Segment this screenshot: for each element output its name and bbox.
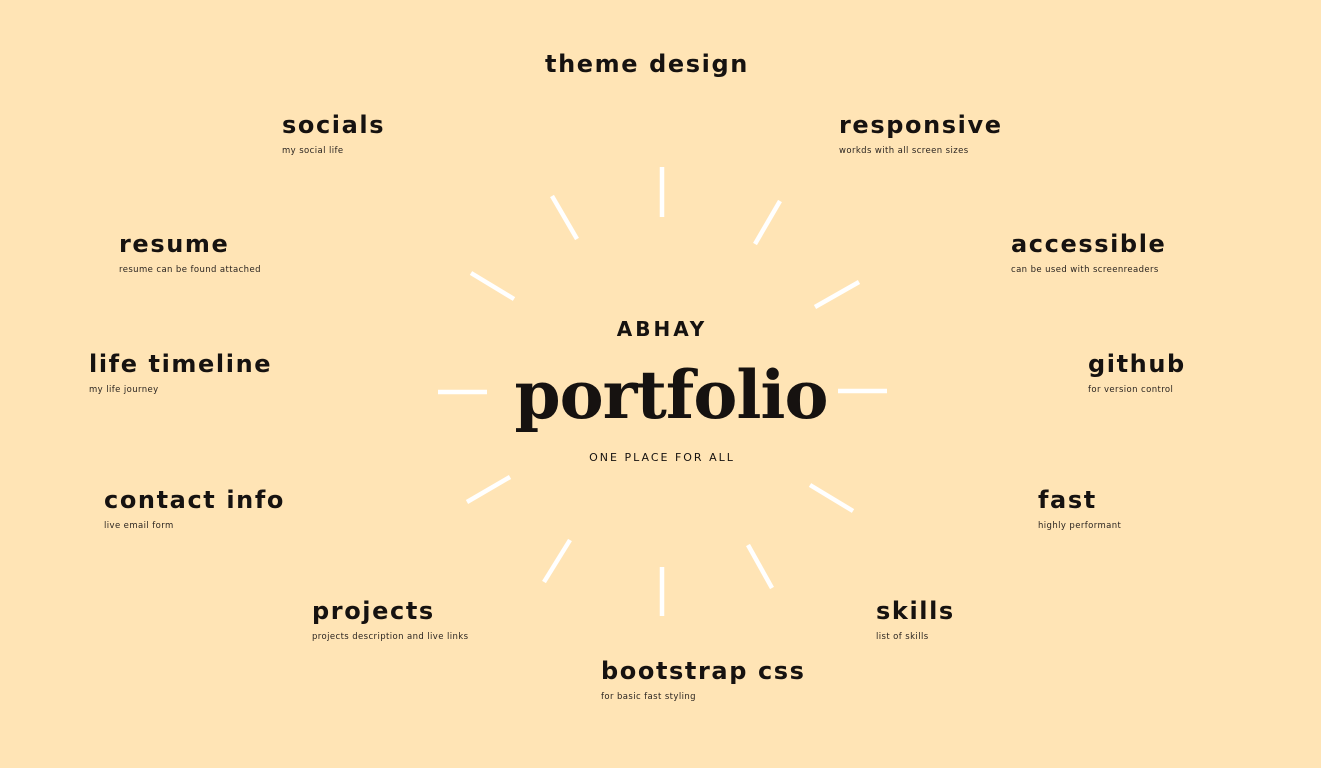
page-background: ABHAY portfolio ONE PLACE FOR ALL theme … xyxy=(0,0,1321,768)
feature-title: accessible xyxy=(1011,230,1167,258)
ray xyxy=(808,483,855,513)
feature-title: resume xyxy=(119,230,230,258)
ray xyxy=(542,538,572,584)
page-title: portfolio xyxy=(514,356,828,434)
feature-title: fast xyxy=(1038,486,1097,514)
feature-resume: resume resume can be found attached xyxy=(119,229,261,276)
ray xyxy=(550,194,579,241)
feature-skills: skills list of skills xyxy=(876,596,955,643)
feature-description: workds with all screen sizes xyxy=(839,146,969,156)
feature-github: github for version control xyxy=(1088,349,1186,396)
page-tagline: ONE PLACE FOR ALL xyxy=(589,451,735,464)
feature-title: responsive xyxy=(839,111,1003,139)
feature-description: projects description and live links xyxy=(312,632,469,642)
feature-projects: projects projects description and live l… xyxy=(312,596,468,643)
feature-description: for version control xyxy=(1088,385,1174,395)
ray xyxy=(813,280,861,309)
ray xyxy=(746,543,774,590)
feature-accessible: accessible can be used with screenreader… xyxy=(1011,229,1166,276)
feature-description: my life journey xyxy=(89,385,159,395)
feature-responsive: responsive workds with all screen sizes xyxy=(839,110,1003,157)
feature-title: life timeline xyxy=(89,350,273,378)
feature-title: skills xyxy=(876,597,955,625)
feature-description: for basic fast styling xyxy=(601,692,696,702)
feature-description: list of skills xyxy=(876,632,929,642)
feature-description: my social life xyxy=(282,146,344,156)
feature-bootstrap-css: bootstrap css for basic fast styling xyxy=(601,656,806,703)
feature-contact-info: contact info live email form xyxy=(104,485,285,532)
feature-socials: socials my social life xyxy=(282,110,385,157)
feature-fast: fast highly performant xyxy=(1038,485,1121,532)
feature-life-timeline: life timeline my life journey xyxy=(89,349,272,396)
feature-description: resume can be found attached xyxy=(119,265,261,275)
ray xyxy=(753,199,782,246)
feature-title: socials xyxy=(282,111,386,139)
ray xyxy=(469,271,516,301)
feature-title: theme design xyxy=(545,50,749,78)
owner-name: ABHAY xyxy=(616,317,708,341)
feature-title: contact info xyxy=(104,486,285,514)
feature-title: projects xyxy=(312,597,435,625)
feature-title: github xyxy=(1088,350,1186,378)
feature-description: can be used with screenreaders xyxy=(1011,265,1159,275)
feature-theme-design: theme design xyxy=(545,49,749,79)
feature-description: live email form xyxy=(104,521,174,531)
feature-description: highly performant xyxy=(1038,521,1122,531)
ray xyxy=(465,475,512,504)
feature-title: bootstrap css xyxy=(601,657,806,685)
